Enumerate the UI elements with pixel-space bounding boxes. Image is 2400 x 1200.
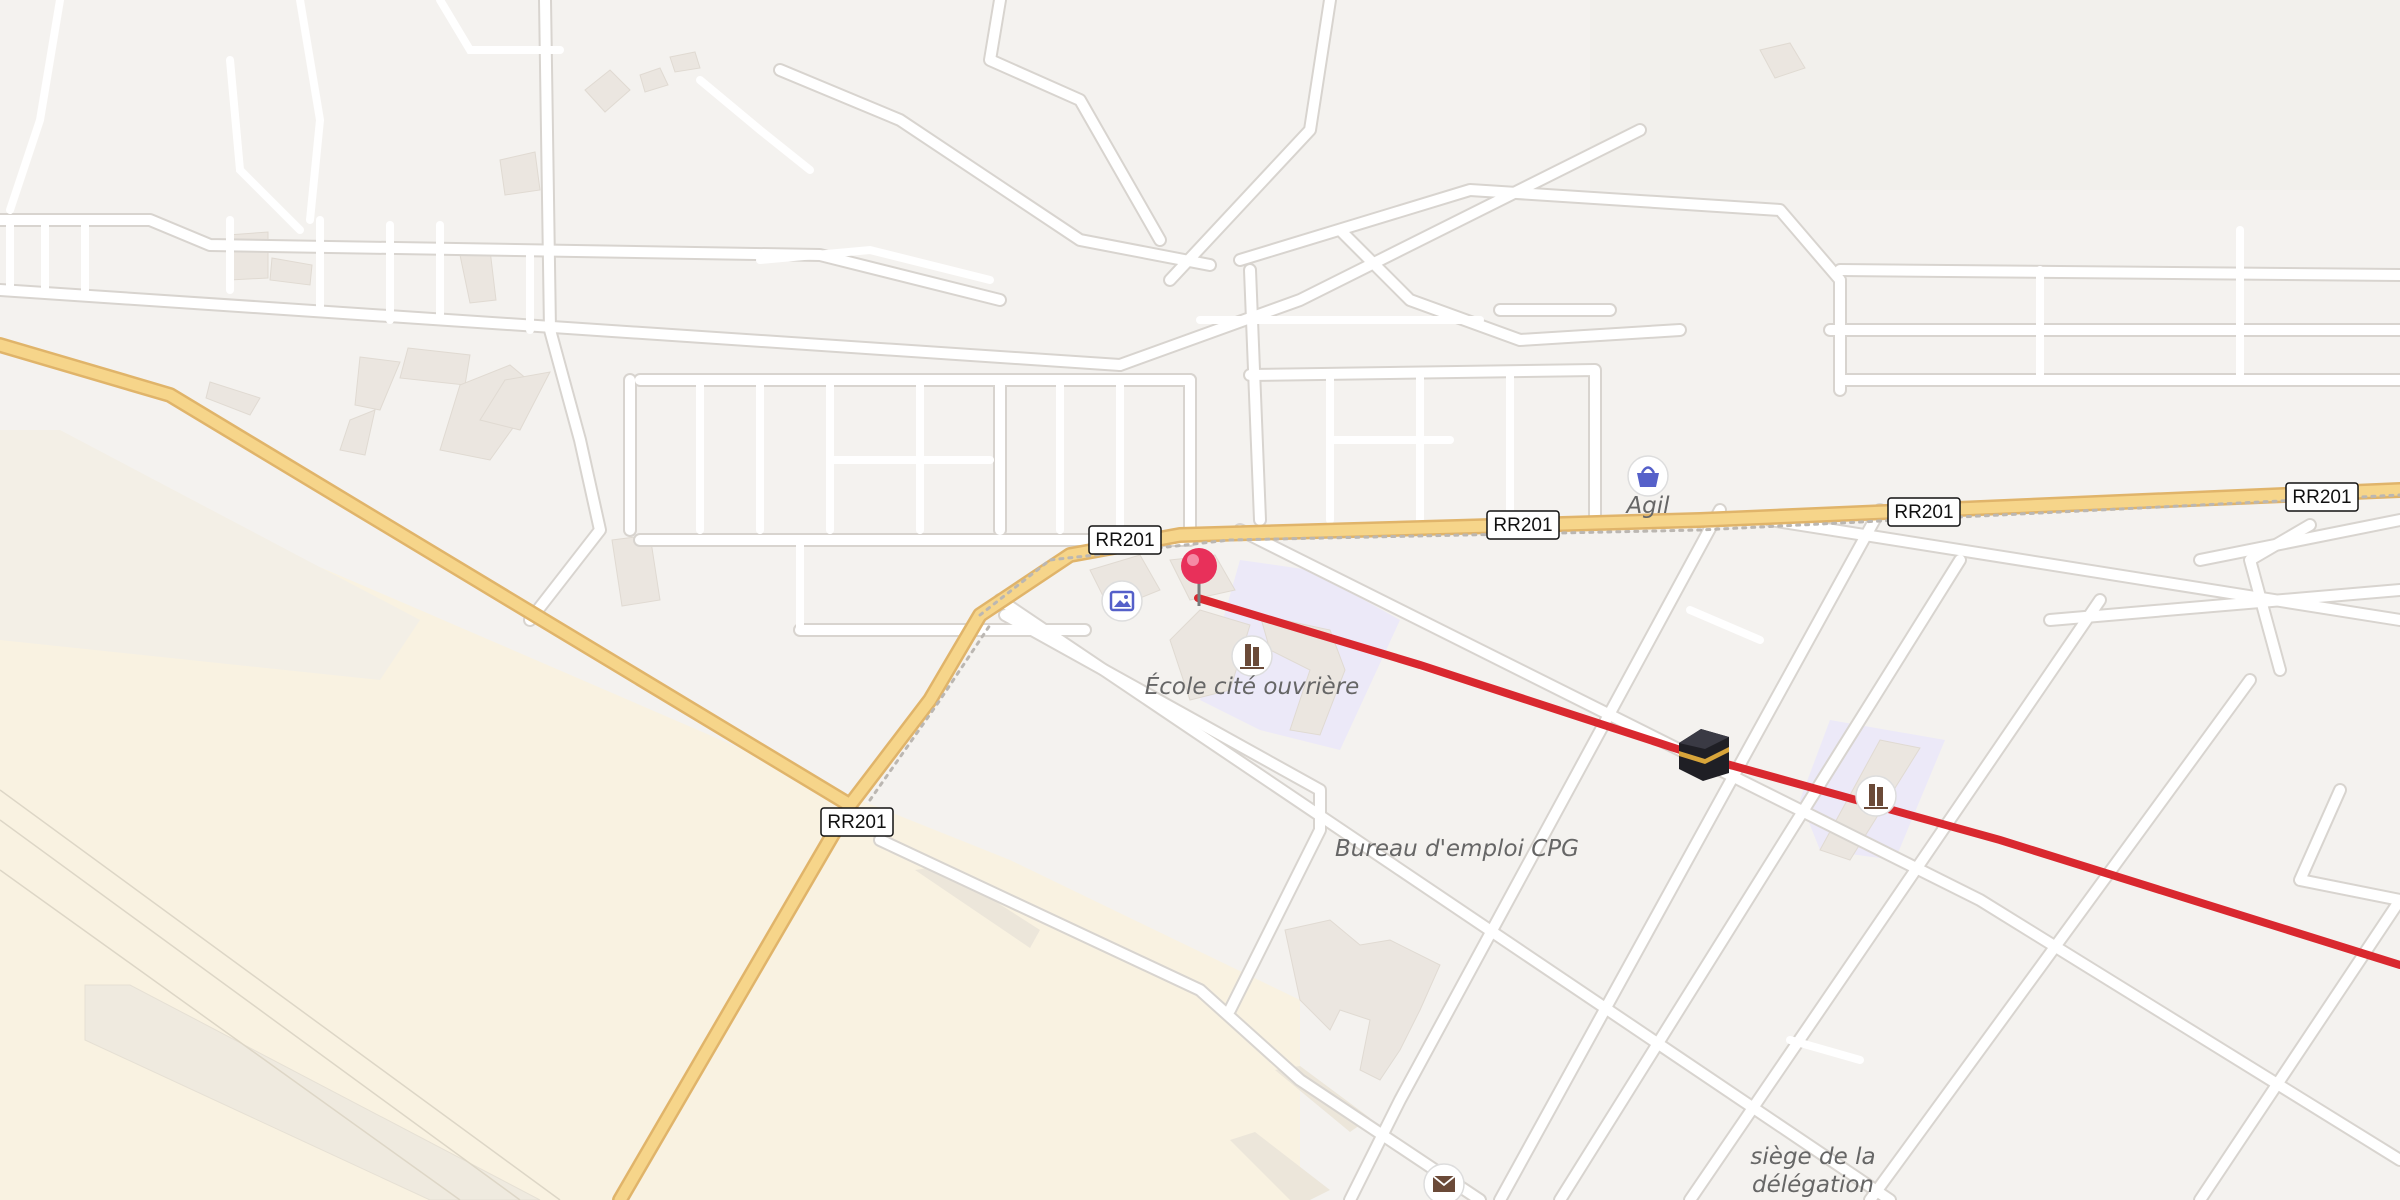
road-shield: RR201 <box>1887 497 1961 527</box>
svg-text:RR201: RR201 <box>1493 515 1552 536</box>
school-icon[interactable] <box>1231 635 1273 677</box>
svg-text:RR201: RR201 <box>2292 487 2351 508</box>
poi-label-bureau: Bureau d'emploi CPG <box>1335 836 1579 862</box>
road-shield: RR201 <box>2285 482 2359 512</box>
svg-text:RR201: RR201 <box>827 812 886 833</box>
picture-icon[interactable] <box>1101 580 1143 622</box>
shopping-basket-icon[interactable] <box>1627 455 1669 497</box>
svg-text:RR201: RR201 <box>1095 530 1154 551</box>
poi-label-siege-2: délégation <box>1752 1172 1874 1198</box>
poi-label-siege: siège de la <box>1750 1144 1875 1170</box>
road-shield: RR201 <box>1088 525 1162 555</box>
svg-text:RR201: RR201 <box>1894 502 1953 523</box>
poi-label-agil: Agil <box>1624 493 1670 519</box>
road-shield: RR201 <box>1486 510 1560 540</box>
school-icon[interactable] <box>1855 775 1897 817</box>
envelope-icon[interactable] <box>1423 1163 1465 1200</box>
road-shield: RR201 <box>820 807 894 837</box>
map-canvas[interactable]: RR201 RR201 RR201 RR201 RR201 Agil École… <box>0 0 2400 1200</box>
poi-label-ecole: École cité ouvrière <box>1145 672 1359 700</box>
